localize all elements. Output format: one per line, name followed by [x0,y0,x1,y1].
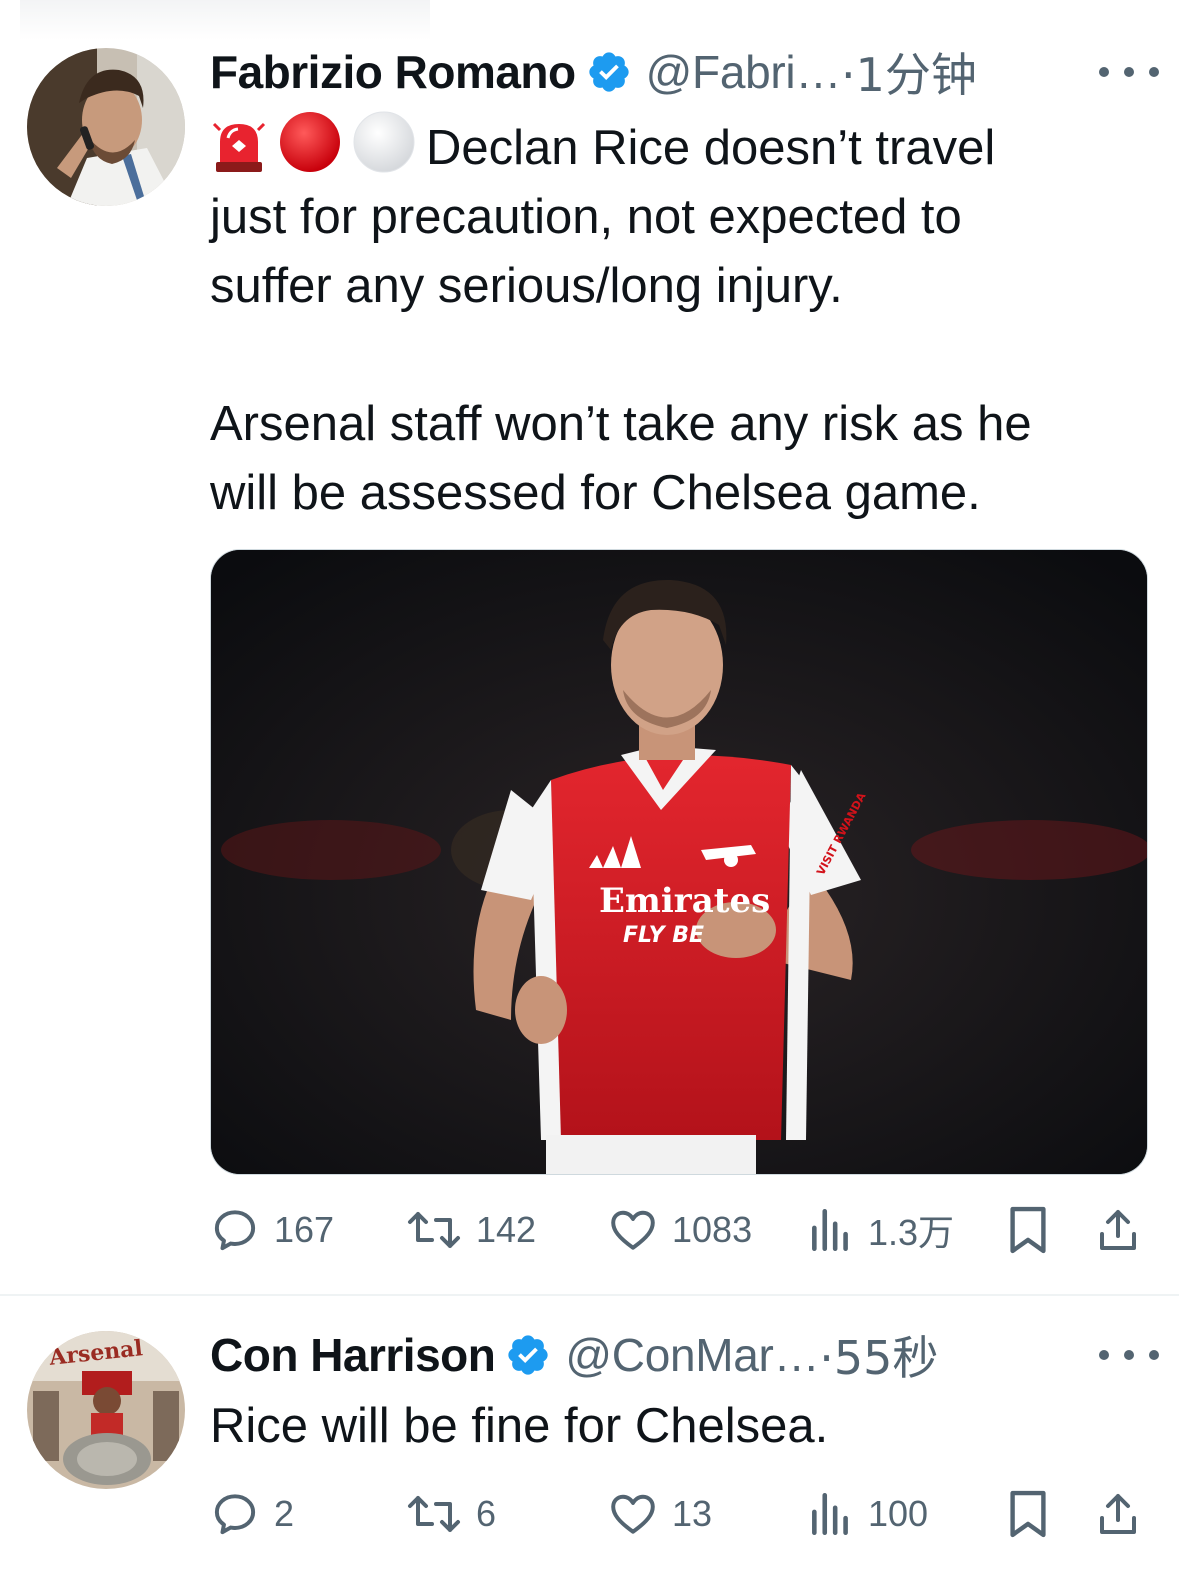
retweet-count: 142 [476,1209,537,1250]
reply-icon [214,1494,256,1535]
retweet-count: 6 [476,1493,497,1534]
jersey-sub-text: FLY BE [623,923,704,948]
like-button[interactable]: 13 [608,1484,712,1544]
share-button[interactable] [1094,1200,1156,1260]
views-button[interactable]: 1.3万 [808,1200,954,1260]
avatar[interactable]: Arsenal [27,1331,185,1489]
bookmark-button[interactable] [1006,1200,1064,1260]
tweet-fabrizio-romano[interactable]: Fabrizio Romano @Fabri… ·1分钟 Declan Rice… [0,0,1179,1296]
heart-icon [611,1494,655,1534]
reply-icon [214,1210,256,1251]
reply-button[interactable]: 2 [210,1484,294,1544]
red-circle-emoji [280,112,340,172]
like-button[interactable]: 1083 [608,1200,752,1260]
timestamp[interactable]: ·55秒 [819,1322,938,1388]
verified-badge-icon [508,1335,549,1375]
author-name[interactable]: Fabrizio Romano [210,45,576,99]
bookmark-icon [1010,1206,1046,1254]
jersey-sponsor-text: Emirates [599,881,770,921]
share-icon [1100,1494,1136,1534]
views-count: 1.3万 [868,1212,955,1253]
heart-icon [611,1210,655,1250]
retweet-button[interactable]: 142 [406,1200,536,1260]
tweet-header: Fabrizio Romano @Fabri… ·1分钟 [210,40,977,104]
views-icon [812,1208,848,1252]
more-options-icon[interactable] [1099,1345,1159,1365]
author-handle[interactable]: @ConMar… [565,1328,819,1382]
tweet-line: suffer any serious/long injury. [210,259,843,313]
avatar[interactable] [27,48,185,206]
views-icon [812,1492,848,1536]
verified-badge-icon [588,52,629,92]
tweet-actions: 2 6 13 100 [210,1484,1150,1544]
reply-count: 2 [274,1493,295,1534]
like-count: 13 [672,1493,713,1534]
tweet-line: just for precaution, not expected to [210,190,962,244]
more-options-icon[interactable] [1099,62,1159,82]
tweet-line: will be assessed for Chelsea game. [210,466,981,520]
share-icon [1100,1210,1136,1250]
tweet-line-text: Declan Rice doesn’t travel [426,121,996,175]
like-count: 1083 [672,1209,753,1250]
reply-button[interactable]: 167 [210,1200,334,1260]
tweet-header: Con Harrison @ConMar… ·55秒 [210,1323,938,1387]
retweet-icon [408,1212,460,1248]
tweet-line: Rice will be fine for Chelsea. [210,1399,829,1453]
author-name[interactable]: Con Harrison [210,1328,496,1382]
bookmark-button[interactable] [1006,1484,1064,1544]
views-count: 100 [868,1493,929,1534]
tweet-line: Arsenal staff won’t take any risk as he [210,397,1032,451]
bookmark-icon [1010,1490,1046,1538]
tweet-line: Declan Rice doesn’t travel [210,110,1150,183]
author-handle[interactable]: @Fabri… [646,45,842,99]
police-light-emoji [212,122,266,172]
reply-count: 167 [274,1209,335,1250]
timestamp[interactable]: ·1分钟 [841,39,977,105]
views-button[interactable]: 100 [808,1484,928,1544]
tweet-text: Declan Rice doesn’t travel just for prec… [210,110,1150,528]
share-button[interactable] [1094,1484,1156,1544]
tweet-actions: 167 142 1083 1.3万 [210,1200,1150,1260]
retweet-icon [408,1496,460,1532]
retweet-button[interactable]: 6 [406,1484,496,1544]
white-circle-emoji [353,111,415,173]
tweet-text: Rice will be fine for Chelsea. [210,1392,1150,1461]
tweet-image[interactable]: Emirates FLY BE VISIT RWANDA [210,549,1148,1175]
tweet-con-harrison[interactable]: Arsenal Con Harrison @ConMar… ·55秒 Rice … [0,1296,1179,1576]
